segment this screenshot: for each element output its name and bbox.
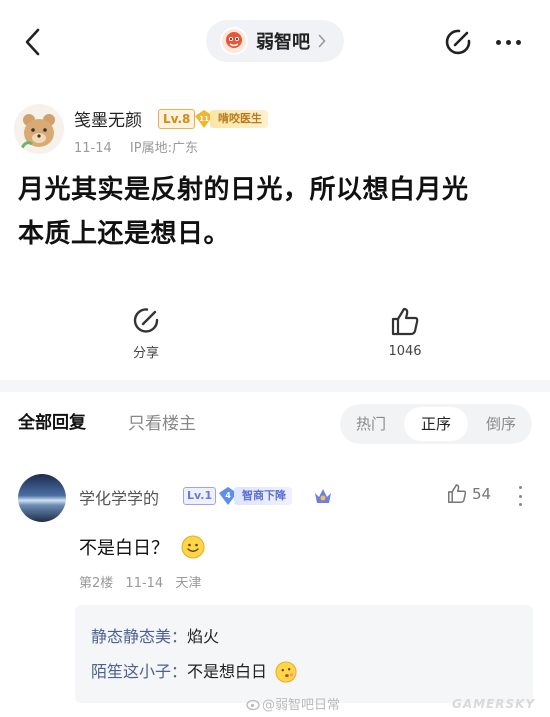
share-button[interactable]: 分享: [106, 306, 186, 361]
compose-button[interactable]: [442, 26, 474, 58]
sort-descending-button[interactable]: 倒序: [470, 404, 532, 444]
comment-text: 不是白日？: [79, 534, 205, 560]
tab-all-replies[interactable]: 全部回复: [18, 408, 86, 433]
sort-hot-button[interactable]: 热门: [340, 404, 402, 444]
comment-more-button[interactable]: [516, 486, 524, 506]
commenter-title-badge: 4 智商下降: [218, 485, 292, 507]
comment-meta: 第2楼 11-14 天津: [79, 572, 201, 591]
commenter-avatar[interactable]: [18, 474, 66, 522]
smile-emoji-icon: [181, 535, 205, 559]
sub-reply-text: 不是想白日: [187, 662, 268, 681]
thinking-emoji-icon: [275, 660, 297, 683]
author-title-badge: 11 啃咬医生: [194, 108, 268, 130]
author-level-badge: Lv.8: [158, 109, 196, 129]
share-icon: [133, 308, 159, 333]
post-date: 11-14: [74, 141, 112, 156]
author-title-text: 啃咬医生: [210, 110, 268, 128]
sub-reply-text: 焰火: [187, 627, 220, 646]
commenter-name[interactable]: 学化学学的: [79, 485, 159, 509]
top-nav-bar: 弱智吧: [0, 0, 550, 86]
comment-text-content: 不是白日？: [79, 538, 169, 559]
sub-replies-box[interactable]: 静态静态美： 焰火 陌笙这小子： 不是想白日: [75, 605, 533, 703]
comment-floor: 第2楼: [79, 576, 114, 591]
author-title-level: 11: [199, 115, 209, 123]
post-meta: 11-14 IP属地:广东: [74, 137, 198, 156]
post-content-line: 月光其实是反射的日光，所以想白月光: [18, 175, 469, 205]
site-watermark-logo: GAMERSKY: [452, 697, 536, 711]
weibo-icon: [246, 699, 260, 710]
commenter-title-text: 智商下降: [234, 487, 292, 505]
share-label: 分享: [132, 346, 159, 361]
section-divider: [0, 380, 550, 392]
author-name[interactable]: 笺墨无颜: [74, 106, 142, 131]
back-button[interactable]: [14, 24, 50, 60]
like-button[interactable]: 1046: [365, 306, 445, 359]
edit-icon: [445, 29, 471, 55]
chevron-right-icon: [318, 34, 326, 48]
commenter-title-level: 4: [225, 491, 231, 500]
forum-name: 弱智吧: [256, 32, 310, 53]
tab-op-only[interactable]: 只看楼主: [128, 409, 196, 434]
post-content: 月光其实是反射的日光，所以想白月光 本质上还是想日。: [18, 168, 533, 256]
sub-reply-row[interactable]: 陌笙这小子： 不是想白日: [91, 654, 517, 689]
like-count: 1046: [388, 344, 422, 359]
comment-like-button[interactable]: 54: [446, 483, 491, 505]
comment-location: 天津: [175, 576, 202, 591]
comment-date: 11-14: [125, 576, 164, 591]
member-crown-icon: [315, 489, 331, 503]
sub-reply-user[interactable]: 静态静态美: [91, 619, 171, 654]
commenter-level-badge: Lv.1: [183, 487, 217, 505]
sort-ascending-button[interactable]: 正序: [404, 407, 468, 441]
sub-reply-user[interactable]: 陌笙这小子: [91, 654, 171, 689]
sub-reply-row[interactable]: 静态静态美： 焰火: [91, 619, 517, 654]
author-avatar[interactable]: [14, 104, 64, 154]
forum-entry-button[interactable]: 弱智吧: [206, 20, 344, 62]
post-content-line: 本质上还是想日。: [18, 219, 231, 249]
more-options-button[interactable]: [490, 26, 526, 58]
weibo-watermark: @弱智吧日常: [246, 694, 340, 713]
more-vertical-icon: [518, 486, 522, 489]
more-icon: [495, 39, 501, 45]
forum-logo-icon: [220, 27, 248, 55]
thumbs-up-icon: [391, 307, 419, 336]
post-ip-location: IP属地:广东: [129, 141, 198, 156]
chevron-left-icon: [25, 28, 40, 56]
watermark-text: @弱智吧日常: [262, 698, 341, 713]
thumbs-up-icon: [447, 484, 467, 504]
comment-like-count: 54: [472, 485, 492, 503]
sort-toggle: 热门 正序 倒序: [340, 404, 532, 444]
